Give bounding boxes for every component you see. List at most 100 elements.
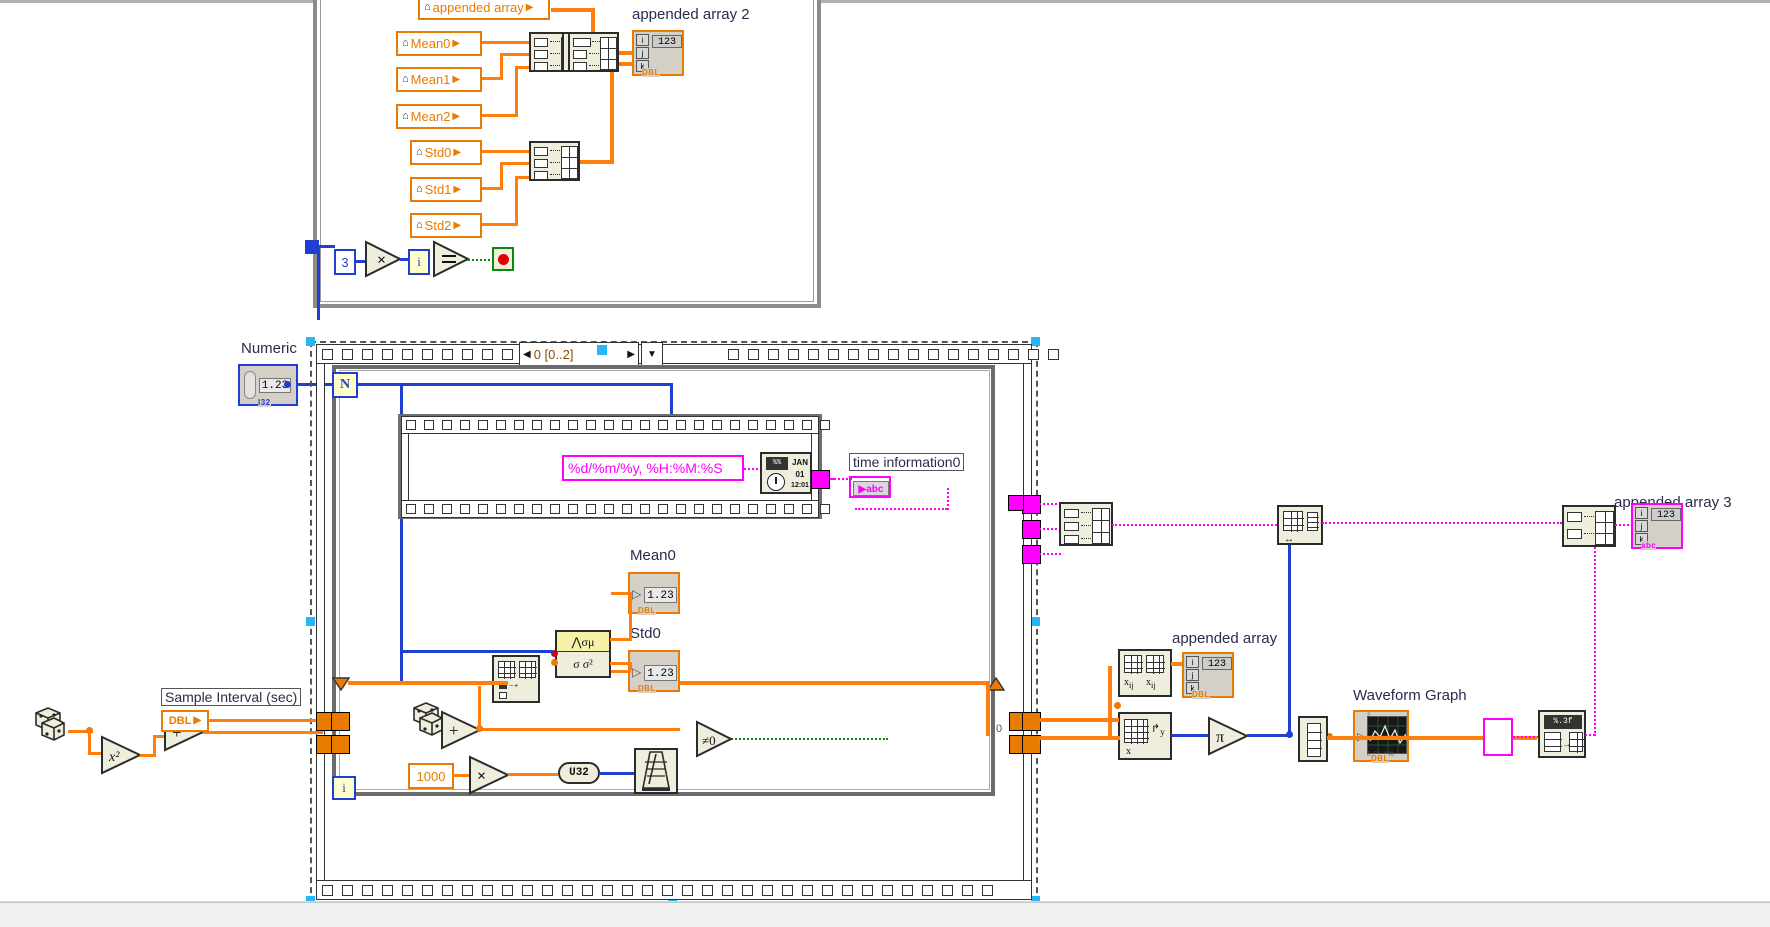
datatype-tag: DBL: [1371, 754, 1389, 763]
time-format-string-constant[interactable]: %d/%m/%y, %H:%M:%S: [562, 455, 744, 481]
std0-value: 1.23: [644, 665, 677, 681]
datatype-tag: I32: [258, 398, 271, 407]
sample-interval-control[interactable]: DBL ▶: [161, 710, 209, 732]
square-node[interactable]: x²: [100, 735, 143, 775]
time-frame-bottom-ticks: [406, 502, 830, 516]
build-array-final-strings-node[interactable]: [1562, 505, 1616, 547]
constant-3[interactable]: 3: [334, 249, 356, 275]
dim-j: j: [1635, 520, 1648, 532]
time-information0-indicator[interactable]: ▶abc: [849, 476, 891, 498]
compare-node-top[interactable]: [432, 240, 471, 278]
home-icon: ⌂: [402, 110, 409, 122]
datatype-tag: DBL: [638, 606, 656, 615]
for-left-tunnel-2[interactable]: [331, 735, 350, 754]
for-string-tunnel-1[interactable]: [1008, 495, 1024, 511]
resize-handle-ml[interactable]: [306, 617, 315, 626]
wire-std-out: [580, 160, 613, 164]
resize-handle-tr[interactable]: [1031, 337, 1040, 346]
wire-shift-down: [986, 684, 990, 736]
wire-std-up: [610, 64, 614, 164]
stop-button[interactable]: [492, 247, 514, 271]
local-mean0[interactable]: ⌂ Mean0 ▶: [396, 31, 482, 56]
home-icon: ⌂: [416, 219, 423, 231]
local-appended-array[interactable]: ⌂ appended array ▶: [418, 0, 550, 20]
appended-array-2-indicator[interactable]: i j k 123 DBL: [632, 30, 684, 77]
zero-const-label: 0: [996, 723, 1003, 735]
wait-ms-node[interactable]: [634, 748, 678, 794]
dbl-type-label: DBL: [168, 714, 192, 727]
number-to-string-node[interactable]: %.3f →: [1538, 710, 1586, 758]
dim-i: i: [636, 34, 649, 46]
home-icon: ⌂: [416, 146, 423, 158]
wire-mean-up: [629, 592, 632, 641]
arrow-right-icon: ▶: [452, 110, 461, 122]
not-equal-node[interactable]: ≠0: [695, 720, 734, 758]
mean0-indicator[interactable]: ▷ 1.23 DBL: [628, 572, 680, 615]
wire-u32-to-wait: [599, 772, 637, 775]
wire-mean1-in: [500, 53, 529, 56]
sample-interval-label: Sample Interval (sec): [161, 688, 302, 706]
appended-array-3-indicator[interactable]: i j k 123 abc: [1631, 503, 1683, 550]
arrow-right-icon: ▶: [193, 715, 202, 726]
index-array-node[interactable]: ↔: [1277, 505, 1323, 545]
mean-glyph: ⋀σμ: [557, 632, 609, 652]
format-date-time-string-node[interactable]: %% JAN 01 12:01: [760, 452, 812, 494]
local-std2[interactable]: ⌂ Std2 ▶: [410, 213, 482, 238]
wire-string-3: [1039, 553, 1061, 555]
local-label: Std0: [424, 145, 452, 160]
home-icon: ⌂: [402, 73, 409, 85]
build-array-std-node[interactable]: [529, 141, 580, 181]
array-subset-node[interactable]: ⁻⁺: [492, 655, 540, 703]
sequence-bottom-ticks: [322, 882, 993, 898]
wire-std-to-ind: [611, 670, 631, 673]
build-array-2d-node[interactable]: xij xij: [1118, 649, 1172, 697]
prev-frame-arrow[interactable]: ◀: [523, 349, 531, 360]
wire-to-shift-right: [680, 681, 990, 685]
multiply-node-top[interactable]: ×: [364, 240, 403, 278]
multiply-node-wait[interactable]: ×: [468, 755, 511, 795]
svg-text:×: ×: [377, 252, 386, 269]
local-mean2[interactable]: ⌂ Mean2 ▶: [396, 104, 482, 129]
std-dev-variance-node[interactable]: ⋀σμ σ σ²: [555, 630, 611, 678]
random-number-node[interactable]: [30, 705, 70, 743]
build-array-strings-node[interactable]: [1059, 502, 1113, 546]
pi-node[interactable]: π: [1207, 716, 1250, 756]
wire-numstr-up: [1594, 540, 1596, 736]
local-label: Std1: [424, 182, 452, 197]
wire-bool-stop: [468, 259, 494, 261]
sequence-frame-dropdown[interactable]: ▼: [641, 342, 663, 366]
local-std1[interactable]: ⌂ Std1 ▶: [410, 177, 482, 202]
std0-indicator[interactable]: ▷ 1.23 DBL: [628, 650, 680, 693]
to-u32-node[interactable]: U32: [558, 762, 600, 784]
wire-arrays-left: [1108, 666, 1112, 738]
home-icon: ⌂: [402, 37, 409, 49]
dim-i: i: [1635, 507, 1648, 519]
datatype-tag: DBL: [638, 684, 656, 693]
empty-string-constant[interactable]: [1483, 718, 1513, 756]
transpose-2d-array-node[interactable]: ↱y x: [1118, 712, 1172, 760]
wire-appended-array: [551, 8, 595, 12]
constant-1000[interactable]: 1000: [408, 763, 454, 789]
appended-array-indicator[interactable]: i j k 123 DBL: [1182, 652, 1234, 699]
resize-handle-tl[interactable]: [306, 337, 315, 346]
local-mean1[interactable]: ⌂ Mean1 ▶: [396, 67, 482, 92]
array-value: 123: [1651, 508, 1681, 521]
build-array-final-node[interactable]: [568, 32, 619, 72]
for-left-tunnel-1[interactable]: [331, 712, 350, 731]
wire-n-down: [317, 245, 320, 320]
array-display-node[interactable]: [1298, 716, 1328, 762]
wire-empty-string: [1513, 736, 1539, 738]
arrow-right-icon: ▶: [452, 73, 461, 85]
waveform-graph-label: Waveform Graph: [1353, 687, 1467, 704]
wire-mean2-up: [515, 66, 518, 117]
arrow-right-icon: ▶: [453, 146, 462, 158]
local-label: Mean2: [410, 109, 451, 124]
time-output-tunnel[interactable]: [811, 470, 830, 489]
local-std0[interactable]: ⌂ Std0 ▶: [410, 140, 482, 165]
wire-pi-up: [1288, 520, 1291, 735]
appended-array-label: appended array: [1172, 630, 1278, 647]
resize-handle-mr[interactable]: [1031, 617, 1040, 626]
next-frame-arrow[interactable]: ▶: [627, 349, 635, 360]
wire-mean2-in: [515, 66, 529, 69]
sequence-frame-selector[interactable]: ◀ 0 [0..2] ▶: [519, 342, 639, 366]
